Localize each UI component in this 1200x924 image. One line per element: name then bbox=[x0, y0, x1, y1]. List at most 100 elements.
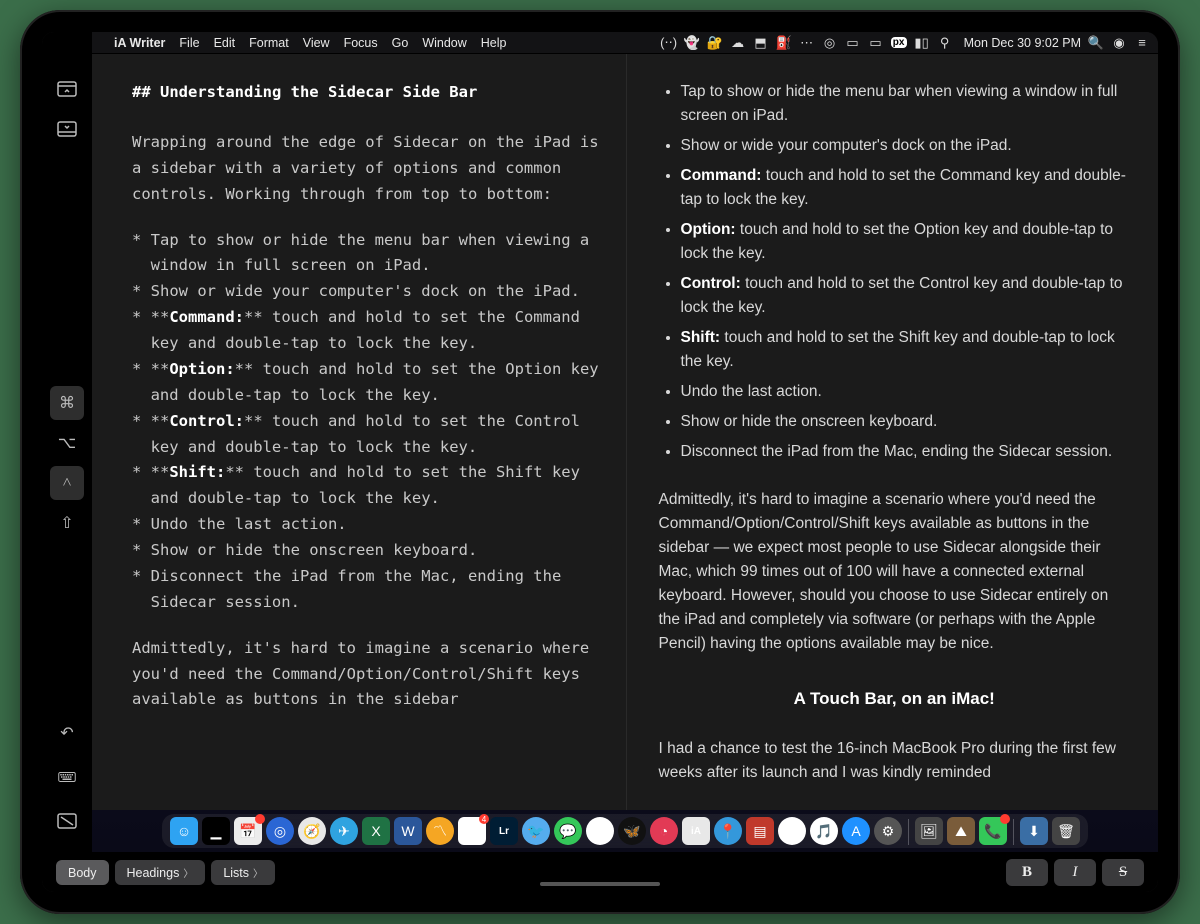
sidecar-undo[interactable]: ↶ bbox=[50, 716, 84, 750]
dock-istat-icon[interactable]: ▁ bbox=[202, 817, 230, 845]
editor-bullet-list: Tap to show or hide the menu bar when vi… bbox=[132, 228, 604, 616]
badge bbox=[255, 814, 265, 824]
battery-status-icon[interactable]: ▮▯ bbox=[914, 35, 930, 51]
editor-bullet-item: Show or hide the onscreen keyboard. bbox=[132, 538, 604, 564]
dock-stocks-icon[interactable]: 〽 bbox=[426, 817, 454, 845]
menu-go[interactable]: Go bbox=[392, 36, 409, 50]
dock-screenshot-icon[interactable]: ⛰ bbox=[947, 817, 975, 845]
editor-split: ## Understanding the Sidecar Side Bar Wr… bbox=[92, 54, 1158, 810]
chevron-right-icon: 〉 bbox=[253, 865, 263, 880]
dock-word-icon[interactable]: W bbox=[394, 817, 422, 845]
dock-separator bbox=[908, 819, 909, 845]
sidecar-command-key[interactable]: ⌘ bbox=[50, 386, 84, 420]
editor-bullet-item: Command: touch and hold to set the Comma… bbox=[132, 305, 604, 357]
menu-view[interactable]: View bbox=[303, 36, 330, 50]
preview-pane: Tap to show or hide the menu bar when vi… bbox=[627, 54, 1159, 810]
dock-preview-icon[interactable]: 🖼 bbox=[915, 817, 943, 845]
sidecar-dock-toggle[interactable] bbox=[50, 112, 84, 146]
dock-todo-icon[interactable]: ✔4 bbox=[458, 817, 486, 845]
dock-butterfly-icon[interactable]: 🦋 bbox=[618, 817, 646, 845]
menubar-clock[interactable]: Mon Dec 30 9:02 PM bbox=[964, 36, 1081, 50]
sidecar-option-key[interactable]: ⌥ bbox=[50, 426, 84, 460]
gas-status-icon[interactable]: ⛽ bbox=[776, 35, 792, 51]
dock-finder-icon[interactable]: ☺ bbox=[170, 817, 198, 845]
preview-para2: Admittedly, it's hard to imagine a scena… bbox=[659, 488, 1131, 656]
sidecar-disconnect[interactable] bbox=[50, 804, 84, 838]
dock-calls-icon[interactable]: 📞 bbox=[979, 817, 1007, 845]
editor-bullet-item: Shift: touch and hold to set the Shift k… bbox=[132, 460, 604, 512]
touchbar-italic-button[interactable]: I bbox=[1054, 859, 1096, 886]
siri-icon[interactable]: ◉ bbox=[1111, 35, 1127, 51]
spotlight-icon[interactable]: 🔍 bbox=[1088, 35, 1104, 51]
dock: ☺▁📅◎🧭✈XW〽✔4Lr🐦💬✱🦋◔iA📍▤N🎵A⚙ 🖼⛰📞 ⬇🗑 bbox=[162, 814, 1088, 848]
dropbox-status-icon[interactable]: ⬒ bbox=[753, 35, 769, 51]
menu-format[interactable]: Format bbox=[249, 36, 289, 50]
editor-bullet-item: Show or wide your computer's dock on the… bbox=[132, 279, 604, 305]
menu-window[interactable]: Window bbox=[422, 36, 466, 50]
preview-bullet-list: Tap to show or hide the menu bar when vi… bbox=[659, 80, 1131, 464]
dock-fantastical-icon[interactable]: 📅 bbox=[234, 817, 262, 845]
preview-bullet-item: Control: touch and hold to set the Contr… bbox=[681, 272, 1131, 320]
bartender-status-icon[interactable]: ⋯ bbox=[799, 35, 815, 51]
dock-music-icon[interactable]: 🎵 bbox=[810, 817, 838, 845]
editor-heading: ## Understanding the Sidecar Side Bar bbox=[132, 80, 604, 106]
touchbar-lists-button[interactable]: Lists〉 bbox=[211, 860, 275, 885]
dock-slack-icon[interactable]: ✱ bbox=[586, 817, 614, 845]
target-status-icon[interactable]: ◎ bbox=[822, 35, 838, 51]
dock-excel-icon[interactable]: X bbox=[362, 817, 390, 845]
badge bbox=[1000, 814, 1010, 824]
preview-bullet-item: Tap to show or hide the menu bar when vi… bbox=[681, 80, 1131, 128]
touchbar-bold-button[interactable]: B bbox=[1006, 859, 1048, 886]
dock-news-icon[interactable]: N bbox=[778, 817, 806, 845]
wifi-status-icon[interactable]: ⚲ bbox=[937, 35, 953, 51]
mac-desktop: iA Writer File Edit Format View Focus Go… bbox=[92, 32, 1158, 852]
mac-menubar[interactable]: iA Writer File Edit Format View Focus Go… bbox=[92, 32, 1158, 54]
dock-lightroom-icon[interactable]: Lr bbox=[490, 817, 518, 845]
preview-bullet-item: Option: touch and hold to set the Option… bbox=[681, 218, 1131, 266]
touchbar-strike-button[interactable]: S bbox=[1102, 859, 1144, 886]
editor-bullet-item: Control: touch and hold to set the Contr… bbox=[132, 409, 604, 461]
sidecar-display-status-icon[interactable]: ▭ bbox=[845, 35, 861, 51]
dock-separator bbox=[1013, 819, 1014, 845]
editor-outro: Admittedly, it's hard to imagine a scena… bbox=[132, 636, 604, 714]
dock-safari-icon[interactable]: 🧭 bbox=[298, 817, 326, 845]
markdown-editor-pane[interactable]: ## Understanding the Sidecar Side Bar Wr… bbox=[92, 54, 627, 810]
px-status-icon[interactable]: px bbox=[891, 37, 907, 48]
dock-trash-icon[interactable]: 🗑 bbox=[1052, 817, 1080, 845]
dock-iawriter-icon[interactable]: iA bbox=[682, 817, 710, 845]
sidecar-shift-key[interactable]: ⇧ bbox=[50, 506, 84, 540]
dock-gitkraken-icon[interactable]: ◔ bbox=[650, 817, 678, 845]
sidecar-keyboard-toggle[interactable] bbox=[50, 760, 84, 794]
touchbar-headings-button[interactable]: Headings〉 bbox=[115, 860, 206, 885]
dock-appstore-icon[interactable]: A bbox=[842, 817, 870, 845]
menu-focus[interactable]: Focus bbox=[344, 36, 378, 50]
snap-status-icon[interactable]: 👻 bbox=[684, 35, 700, 51]
dock-things-icon[interactable]: ◎ bbox=[266, 817, 294, 845]
sidecar-menubar-toggle[interactable] bbox=[50, 72, 84, 106]
1password-status-icon[interactable]: 🔐 bbox=[707, 35, 723, 51]
menubar-app-name[interactable]: iA Writer bbox=[114, 36, 165, 50]
main-area: ⌘ ⌥ ˄ ⇧ ↶ bbox=[42, 32, 1158, 852]
ipad-screen: ⌘ ⌥ ˄ ⇧ ↶ bbox=[42, 32, 1158, 892]
cloud-status-icon[interactable]: ☁︎ bbox=[730, 35, 746, 51]
fantastical-menu-status-icon[interactable]: (⋅⋅) bbox=[661, 35, 677, 51]
dock-telegram-icon[interactable]: ✈ bbox=[330, 817, 358, 845]
menu-help[interactable]: Help bbox=[481, 36, 507, 50]
preview-bullet-item: Disconnect the iPad from the Mac, ending… bbox=[681, 440, 1131, 464]
chevron-right-icon: 〉 bbox=[183, 865, 193, 880]
dock-downloads-icon[interactable]: ⬇ bbox=[1020, 817, 1048, 845]
editor-bullet-item: Undo the last action. bbox=[132, 512, 604, 538]
dock-notes-icon[interactable]: ▤ bbox=[746, 817, 774, 845]
home-indicator[interactable] bbox=[540, 882, 660, 886]
sidecar-control-key[interactable]: ˄ bbox=[50, 466, 84, 500]
dock-messages-icon[interactable]: 💬 bbox=[554, 817, 582, 845]
menu-file[interactable]: File bbox=[179, 36, 199, 50]
dock-settings-icon[interactable]: ⚙ bbox=[874, 817, 902, 845]
menu-edit[interactable]: Edit bbox=[214, 36, 236, 50]
display-status-icon[interactable]: ▭ bbox=[868, 35, 884, 51]
dock-tweetbot-icon[interactable]: 🐦 bbox=[522, 817, 550, 845]
touchbar-body-button[interactable]: Body bbox=[56, 860, 109, 885]
dock-maps-icon[interactable]: 📍 bbox=[714, 817, 742, 845]
notification-center-icon[interactable]: ≡ bbox=[1134, 35, 1150, 50]
preview-h3: A Touch Bar, on an iMac! bbox=[659, 686, 1131, 712]
